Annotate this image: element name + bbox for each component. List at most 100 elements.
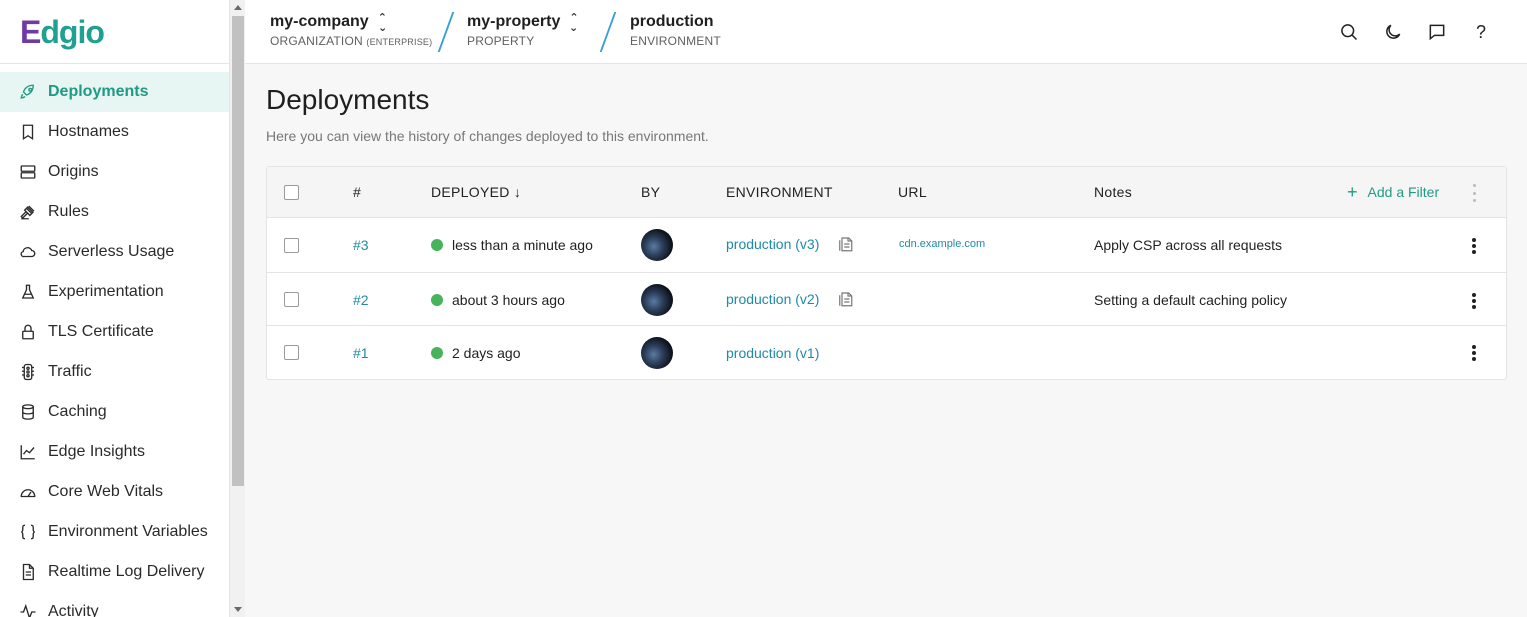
line-chart-icon [19, 443, 37, 461]
server-icon [19, 163, 37, 181]
row-menu-icon[interactable] [1472, 238, 1476, 254]
gavel-icon [19, 203, 37, 221]
sidebar-item-tls-certificate[interactable]: TLS Certificate [0, 312, 229, 352]
deployment-number-link[interactable]: #2 [353, 292, 369, 308]
sidebar-item-label: Core Web Vitals [48, 483, 164, 500]
column-environment: ENVIRONMENT [726, 184, 833, 200]
table-row[interactable]: #2 about 3 hours ago production (v2) Set… [267, 274, 1506, 326]
sidebar-item-label: Traffic [48, 363, 92, 380]
sidebar: Edgio Deployments Hostnames Origins Rule… [0, 0, 229, 617]
row-menu-icon[interactable] [1472, 293, 1476, 309]
database-icon [19, 403, 37, 421]
moon-icon[interactable] [1381, 20, 1405, 44]
deployment-number-link[interactable]: #3 [353, 237, 369, 253]
row-checkbox[interactable] [284, 292, 299, 307]
flask-icon [19, 283, 37, 301]
column-by: BY [641, 184, 661, 200]
row-checkbox[interactable] [284, 345, 299, 360]
deployment-notes: Apply CSP across all requests [1094, 237, 1283, 253]
property-label: PROPERTY [467, 34, 535, 48]
page-title: Deployments [266, 84, 430, 115]
scroll-down-arrow-icon[interactable] [234, 607, 242, 612]
deployment-number-link[interactable]: #1 [353, 345, 369, 361]
scroll-thumb[interactable] [232, 16, 244, 486]
breadcrumb-organization[interactable]: my-company ⌃ ⌃ ORGANIZATION (ENTERPRISE) [270, 12, 433, 49]
breadcrumb-property[interactable]: my-property ⌃ ⌃ PROPERTY [467, 13, 579, 49]
logo-letter-e: E [20, 13, 41, 50]
avatar[interactable] [641, 284, 673, 316]
table-row[interactable]: #3 less than a minute ago production (v3… [267, 218, 1506, 273]
help-icon[interactable]: ? [1469, 20, 1493, 44]
row-checkbox[interactable] [284, 238, 299, 253]
column-options-icon[interactable] [1473, 184, 1477, 202]
deployments-table: # DEPLOYED ↓ BY ENVIRONMENT URL Notes + A… [266, 166, 1507, 380]
sidebar-item-label: TLS Certificate [48, 323, 154, 340]
sidebar-item-core-web-vitals[interactable]: Core Web Vitals [0, 472, 229, 512]
add-filter-button[interactable]: + Add a Filter [1347, 183, 1440, 201]
deployment-url-link[interactable]: cdn.example.com [899, 238, 985, 250]
sidebar-item-label: Serverless Usage [48, 243, 175, 260]
copy-icon[interactable] [836, 235, 854, 253]
table-row[interactable]: #1 2 days ago production (v1) [267, 327, 1506, 379]
scroll-up-arrow-icon[interactable] [234, 5, 242, 10]
sidebar-item-origins[interactable]: Origins [0, 152, 229, 192]
page-description: Here you can view the history of changes… [266, 128, 709, 144]
sidebar-item-rules[interactable]: Rules [0, 192, 229, 232]
traffic-light-icon [19, 363, 37, 381]
status-dot-icon [431, 294, 443, 306]
sidebar-item-realtime-log-delivery[interactable]: Realtime Log Delivery [0, 552, 229, 592]
environment-version-link[interactable]: production (v1) [726, 345, 819, 361]
sidebar-item-caching[interactable]: Caching [0, 392, 229, 432]
breadcrumb-environment[interactable]: production ENVIRONMENT [630, 13, 721, 48]
bookmark-icon [19, 123, 37, 141]
help-glyph: ? [1475, 21, 1486, 42]
breadcrumb-separator [437, 12, 455, 52]
sidebar-scrollbar[interactable] [229, 0, 245, 617]
deployed-time-text: 2 days ago [452, 345, 521, 361]
sidebar-item-label: Activity [48, 603, 99, 617]
deployed-time: 2 days ago [431, 345, 521, 361]
add-filter-label: Add a Filter [1367, 184, 1440, 200]
copy-icon[interactable] [836, 290, 854, 308]
sidebar-item-serverless-usage[interactable]: Serverless Usage [0, 232, 229, 272]
avatar[interactable] [641, 229, 673, 261]
column-number: # [353, 184, 362, 200]
column-notes: Notes [1094, 184, 1133, 200]
environment-version-link[interactable]: production (v2) [726, 291, 819, 307]
document-icon [19, 563, 37, 581]
select-all-checkbox[interactable] [284, 185, 299, 200]
environment-version-link[interactable]: production (v3) [726, 236, 819, 252]
sidebar-item-edge-insights[interactable]: Edge Insights [0, 432, 229, 472]
sidebar-item-activity[interactable]: Activity [0, 592, 229, 617]
organization-label: ORGANIZATION [270, 34, 363, 48]
column-deployed-label: DEPLOYED [431, 184, 510, 200]
logo-letters: dgio [40, 13, 105, 50]
avatar[interactable] [641, 337, 673, 369]
sidebar-item-hostnames[interactable]: Hostnames [0, 112, 229, 152]
top-header: my-company ⌃ ⌃ ORGANIZATION (ENTERPRISE) m… [245, 0, 1527, 64]
search-icon[interactable] [1337, 20, 1361, 44]
sidebar-item-environment-variables[interactable]: Environment Variables [0, 512, 229, 552]
lock-icon [19, 323, 37, 341]
status-dot-icon [431, 347, 443, 359]
rocket-icon [19, 83, 37, 101]
deployed-time: about 3 hours ago [431, 292, 565, 308]
sidebar-item-label: Rules [48, 203, 89, 220]
organization-tier: (ENTERPRISE) [366, 37, 433, 47]
select-chevron-icon: ⌃ ⌃ [377, 12, 387, 33]
sidebar-nav: Deployments Hostnames Origins Rules Serv… [0, 72, 229, 617]
sidebar-item-experimentation[interactable]: Experimentation [0, 272, 229, 312]
environment-name: production [630, 13, 714, 30]
sidebar-item-deployments[interactable]: Deployments [0, 72, 229, 112]
chat-icon[interactable] [1425, 20, 1449, 44]
row-menu-icon[interactable] [1472, 345, 1476, 361]
sidebar-divider [0, 63, 229, 64]
sidebar-item-traffic[interactable]: Traffic [0, 352, 229, 392]
edgio-logo[interactable]: Edgio [20, 12, 105, 52]
deployed-time-text: less than a minute ago [452, 237, 593, 253]
sidebar-item-label: Hostnames [48, 123, 129, 140]
organization-name: my-company [270, 13, 369, 30]
braces-icon [19, 523, 37, 541]
column-deployed[interactable]: DEPLOYED ↓ [431, 184, 521, 200]
sidebar-item-label: Deployments [48, 83, 149, 100]
